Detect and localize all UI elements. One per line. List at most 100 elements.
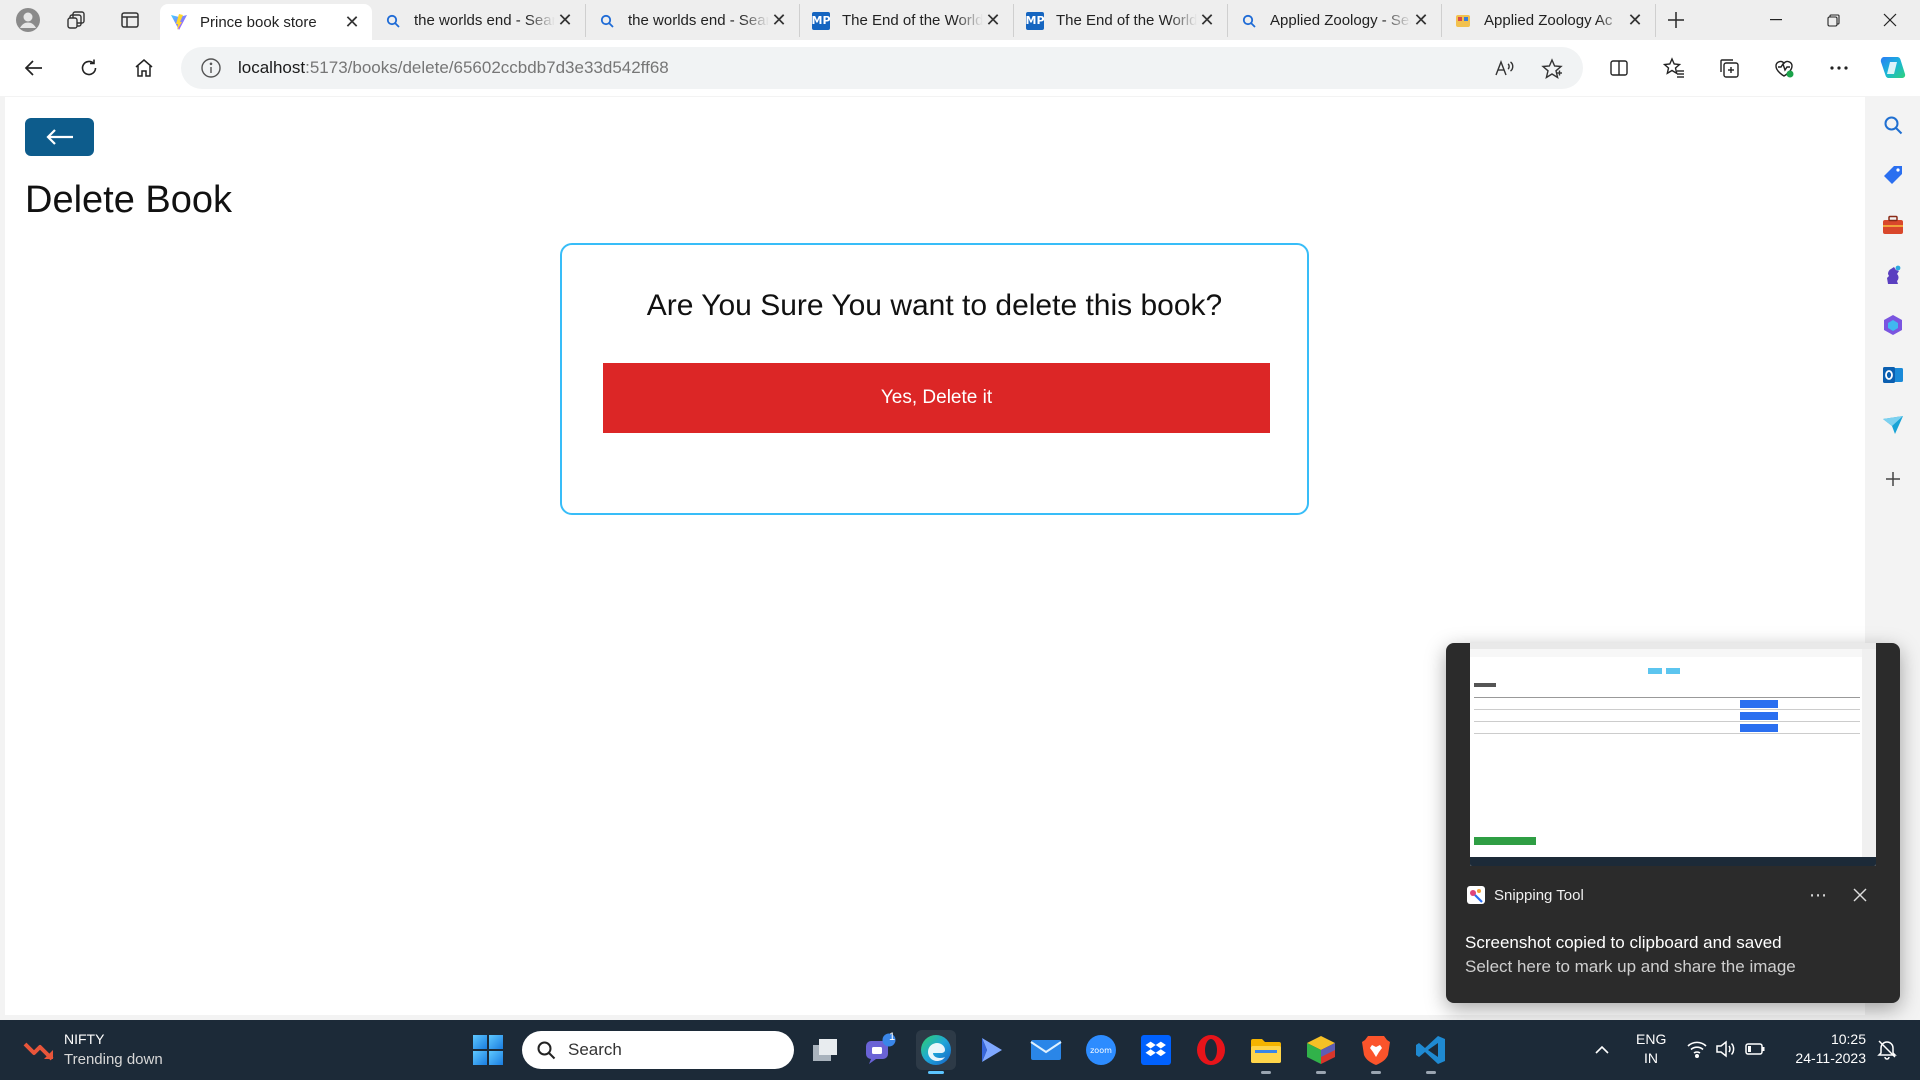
home-icon[interactable] — [126, 50, 162, 86]
close-window-icon[interactable] — [1862, 0, 1918, 40]
tab-actions-icon[interactable] — [114, 4, 146, 36]
close-tab-icon[interactable]: ✕ — [342, 12, 362, 32]
back-button[interactable] — [25, 118, 94, 156]
site-info-icon[interactable] — [200, 57, 222, 79]
send-paper-plane-icon[interactable] — [1877, 409, 1909, 441]
tab-end-of-world-2[interactable]: MP The End of the World ✕ — [1016, 4, 1228, 37]
search-icon — [1240, 12, 1258, 30]
search-icon — [598, 12, 616, 30]
tab-search-worlds-end-2[interactable]: the worlds end - Search ✕ — [588, 4, 800, 37]
widget-subtitle[interactable]: Trending down — [64, 1051, 163, 1068]
close-tab-icon[interactable]: ✕ — [1197, 10, 1217, 31]
clock-date: 24-11-2023 — [1795, 1050, 1866, 1066]
close-tab-icon[interactable]: ✕ — [555, 10, 575, 31]
volume-icon[interactable] — [1714, 1038, 1736, 1060]
tab-end-of-world[interactable]: MP The End of the World ✕ — [802, 4, 1014, 37]
refresh-icon[interactable] — [71, 50, 107, 86]
shopping-tag-icon[interactable] — [1877, 159, 1909, 191]
region-code: IN — [1644, 1050, 1658, 1066]
teams-badge: 1 — [888, 1031, 896, 1043]
favorites-icon[interactable] — [1656, 50, 1692, 86]
dropbox-icon[interactable] — [1136, 1030, 1176, 1070]
tab-prince-book-store[interactable]: Prince book store ✕ — [160, 4, 372, 40]
search-icon[interactable] — [1877, 109, 1909, 141]
snipping-tool-notification[interactable]: Snipping Tool ⋯ Screenshot copied to cli… — [1446, 643, 1900, 1003]
notifications-bell-icon[interactable] — [1876, 1038, 1898, 1060]
opera-icon[interactable] — [1191, 1030, 1231, 1070]
close-tab-icon[interactable]: ✕ — [769, 10, 789, 31]
page-title: Delete Book — [25, 179, 233, 221]
copilot-taskbar-icon[interactable] — [971, 1030, 1011, 1070]
add-sidebar-app-icon[interactable] — [1877, 463, 1909, 495]
teams-chat-icon[interactable]: 1 — [860, 1030, 900, 1070]
system-clock[interactable]: 10:25 24-11-2023 — [1786, 1030, 1866, 1068]
show-hidden-icons-chevron-icon[interactable] — [1590, 1038, 1614, 1062]
notification-title: Screenshot copied to clipboard and saved — [1465, 933, 1782, 952]
close-tab-icon[interactable]: ✕ — [983, 10, 1003, 31]
confirm-delete-button[interactable]: Yes, Delete it — [603, 363, 1270, 433]
tab-title: Applied Zoology Ac — [1484, 12, 1613, 29]
task-view-icon[interactable] — [806, 1030, 846, 1070]
brave-browser-icon[interactable] — [1356, 1030, 1396, 1074]
arrow-left-icon — [45, 129, 73, 145]
clock-time: 10:25 — [1830, 1031, 1866, 1047]
search-icon — [384, 12, 402, 30]
screenshot-thumbnail[interactable] — [1470, 643, 1876, 866]
mail-icon[interactable] — [1026, 1030, 1066, 1070]
vscode-icon[interactable] — [1411, 1030, 1451, 1074]
outlook-icon[interactable] — [1877, 359, 1909, 391]
taskbar-search-input[interactable]: Search — [522, 1031, 794, 1069]
back-arrow-icon[interactable] — [16, 50, 52, 86]
tab-applied-zoology[interactable]: Applied Zoology Ac ✕ — [1444, 4, 1656, 37]
read-aloud-icon[interactable] — [1491, 56, 1517, 82]
browser-toolbar: localhost:5173/books/delete/65602ccbdb7d… — [0, 40, 1920, 96]
address-bar[interactable]: localhost:5173/books/delete/65602ccbdb7d… — [181, 47, 1583, 89]
tab-title: The End of the World — [1056, 12, 1197, 29]
battery-icon[interactable] — [1744, 1038, 1766, 1060]
close-tab-icon[interactable]: ✕ — [1411, 10, 1431, 31]
games-chess-icon[interactable] — [1877, 259, 1909, 291]
microsoft-365-icon[interactable] — [1877, 309, 1909, 341]
svg-text:zoom: zoom — [1090, 1046, 1112, 1055]
minimize-icon[interactable] — [1748, 0, 1804, 40]
zoom-icon[interactable]: zoom — [1081, 1030, 1121, 1070]
widget-title[interactable]: NIFTY — [64, 1031, 104, 1047]
mp-icon: MP — [1026, 11, 1045, 30]
book-icon — [1454, 12, 1472, 30]
browser-title-bar: Prince book store ✕ the worlds end - Sea… — [0, 0, 1920, 40]
new-tab-icon[interactable] — [1660, 4, 1692, 36]
confirm-message: Are You Sure You want to delete this boo… — [646, 289, 1223, 322]
tools-briefcase-icon[interactable] — [1877, 209, 1909, 241]
url-path: :5173/books/delete/65602ccbdb7d3e33d542f… — [305, 58, 669, 77]
tab-search-worlds-end[interactable]: the worlds end - Search ✕ — [374, 4, 586, 37]
language-code: ENG — [1636, 1031, 1667, 1047]
more-options-icon[interactable] — [1821, 50, 1857, 86]
restore-icon[interactable] — [1805, 0, 1861, 40]
trending-down-icon[interactable] — [22, 1034, 56, 1068]
mp-icon: MP — [812, 11, 831, 30]
tab-title: The End of the World — [842, 12, 983, 29]
wifi-icon[interactable] — [1686, 1038, 1708, 1060]
workspaces-icon[interactable] — [61, 4, 93, 36]
more-options-icon[interactable]: ⋯ — [1802, 879, 1834, 911]
close-tab-icon[interactable]: ✕ — [1625, 10, 1645, 31]
windows-start-icon[interactable] — [472, 1034, 504, 1066]
edge-browser-icon[interactable] — [916, 1030, 956, 1074]
favorite-star-icon[interactable] — [1539, 56, 1565, 82]
language-indicator[interactable]: ENG IN — [1636, 1030, 1666, 1068]
close-icon[interactable] — [1844, 879, 1876, 911]
browser-essentials-icon[interactable] — [1766, 50, 1802, 86]
profile-icon[interactable] — [12, 4, 44, 36]
tab-search-applied-zoology[interactable]: Applied Zoology - Search ✕ — [1230, 4, 1442, 37]
file-explorer-icon[interactable] — [1246, 1030, 1286, 1074]
bluestacks-icon[interactable] — [1301, 1030, 1341, 1074]
notification-app-name: Snipping Tool — [1494, 887, 1584, 904]
vite-logo-icon — [170, 13, 188, 31]
copilot-icon[interactable] — [1875, 50, 1911, 86]
windows-taskbar: NIFTY Trending down Search 1 zoom ENG IN… — [0, 1020, 1920, 1080]
split-screen-icon[interactable] — [1601, 50, 1637, 86]
url-host: localhost — [238, 58, 306, 77]
search-placeholder: Search — [568, 1040, 622, 1059]
collections-icon[interactable] — [1711, 50, 1747, 86]
tab-title: Prince book store — [200, 13, 317, 31]
